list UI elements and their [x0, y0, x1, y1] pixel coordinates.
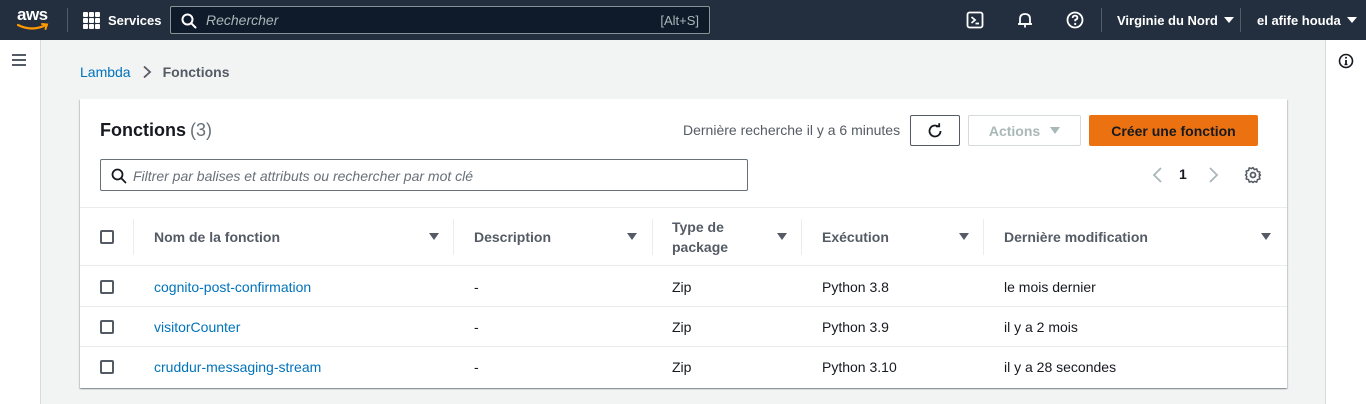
cloudshell-icon[interactable] — [965, 10, 985, 30]
search-icon — [111, 168, 127, 184]
gear-icon[interactable] — [1244, 166, 1262, 184]
function-runtime: Python 3.9 — [822, 319, 889, 335]
create-function-button[interactable]: Créer une fonction — [1089, 115, 1258, 146]
global-search[interactable]: [Alt+S] — [170, 6, 710, 34]
header-package-type[interactable]: Type de package — [672, 208, 742, 266]
sort-icon[interactable] — [777, 233, 787, 240]
table-row: cognito-post-confirmation - Zip Python 3… — [80, 267, 1287, 307]
function-last-modified: il y a 28 secondes — [1004, 359, 1117, 375]
region-selector[interactable]: Virginie du Nord — [1117, 0, 1234, 40]
last-search-text: Dernière recherche il y a 6 minutes — [683, 122, 901, 138]
row-checkbox[interactable] — [100, 320, 114, 334]
header-description[interactable]: Description — [474, 208, 551, 266]
search-icon — [181, 13, 197, 29]
chevron-left-icon[interactable] — [1151, 166, 1165, 184]
left-rail — [0, 40, 41, 404]
function-count: (3) — [190, 120, 212, 140]
menu-icon[interactable] — [12, 54, 26, 66]
column-separator — [801, 219, 802, 255]
caret-down-icon — [1050, 127, 1061, 134]
bell-icon[interactable] — [1015, 10, 1035, 30]
chevron-right-icon[interactable] — [1206, 166, 1220, 184]
nav-divider — [1101, 8, 1102, 32]
header-name[interactable]: Nom de la fonction — [154, 208, 280, 266]
right-rail — [1325, 40, 1366, 404]
search-shortcut: [Alt+S] — [660, 13, 699, 28]
row-checkbox[interactable] — [100, 280, 114, 294]
nav-divider — [1240, 8, 1241, 32]
filter-input[interactable] — [133, 167, 733, 185]
table-row: visitorCounter - Zip Python 3.9 il y a 2… — [80, 307, 1287, 347]
function-description: - — [474, 319, 479, 335]
header-last-modified[interactable]: Dernière modification — [1004, 208, 1148, 266]
function-description: - — [474, 279, 479, 295]
caret-down-icon — [1346, 17, 1357, 23]
table-row: cruddur-messaging-stream - Zip Python 3.… — [80, 347, 1287, 387]
function-runtime: Python 3.8 — [822, 279, 889, 295]
function-name-link[interactable]: cruddur-messaging-stream — [154, 359, 321, 375]
caret-down-icon — [1223, 17, 1234, 23]
account-label: el afife houda — [1257, 12, 1341, 28]
select-all-checkbox[interactable] — [100, 230, 114, 244]
refresh-button[interactable] — [910, 115, 960, 146]
services-label: Services — [108, 12, 162, 28]
breadcrumb-current: Fonctions — [162, 64, 230, 80]
function-package-type: Zip — [672, 359, 692, 375]
sort-icon[interactable] — [959, 233, 969, 240]
panel-title: Fonctions (3) — [100, 120, 212, 141]
help-icon[interactable] — [1065, 10, 1085, 30]
table-header: Nom de la fonction Description Type de p… — [80, 207, 1287, 266]
header-runtime[interactable]: Exécution — [822, 208, 889, 266]
nav-divider — [67, 8, 68, 32]
chevron-right-icon — [142, 65, 151, 79]
sort-icon[interactable] — [627, 233, 637, 240]
top-navigation: aws Services [Alt+S] Virginie d — [0, 0, 1366, 40]
aws-logo-text: aws — [17, 5, 48, 24]
function-name-link[interactable]: cognito-post-confirmation — [154, 279, 311, 295]
column-separator — [983, 219, 984, 255]
functions-panel: Fonctions (3) Dernière recherche il y a 6… — [80, 99, 1287, 388]
create-function-label: Créer une fonction — [1111, 122, 1236, 139]
info-icon[interactable] — [1338, 53, 1354, 69]
actions-button[interactable]: Actions — [968, 115, 1081, 146]
function-last-modified: il y a 2 mois — [1004, 319, 1078, 335]
breadcrumb-lambda[interactable]: Lambda — [80, 64, 131, 80]
function-name-link[interactable]: visitorCounter — [154, 319, 240, 335]
row-checkbox[interactable] — [100, 360, 114, 374]
page-number[interactable]: 1 — [1179, 166, 1187, 182]
column-separator — [453, 219, 454, 255]
services-menu[interactable]: Services — [83, 0, 162, 40]
grid-icon — [83, 11, 100, 29]
global-search-input[interactable] — [206, 11, 606, 29]
sort-icon[interactable] — [1261, 233, 1271, 240]
sort-icon[interactable] — [429, 233, 439, 240]
aws-logo[interactable]: aws — [17, 6, 51, 34]
function-description: - — [474, 359, 479, 375]
function-package-type: Zip — [672, 279, 692, 295]
filter-box[interactable] — [100, 159, 748, 191]
column-separator — [652, 219, 653, 255]
panel-title-text: Fonctions — [100, 120, 186, 140]
breadcrumb: Lambda Fonctions — [80, 64, 229, 80]
function-runtime: Python 3.10 — [822, 359, 897, 375]
actions-label: Actions — [988, 122, 1041, 139]
refresh-icon — [928, 122, 942, 137]
function-last-modified: le mois dernier — [1004, 279, 1096, 295]
region-label: Virginie du Nord — [1117, 12, 1218, 28]
account-menu[interactable]: el afife houda — [1257, 0, 1357, 40]
column-separator — [133, 219, 134, 255]
function-package-type: Zip — [672, 319, 692, 335]
